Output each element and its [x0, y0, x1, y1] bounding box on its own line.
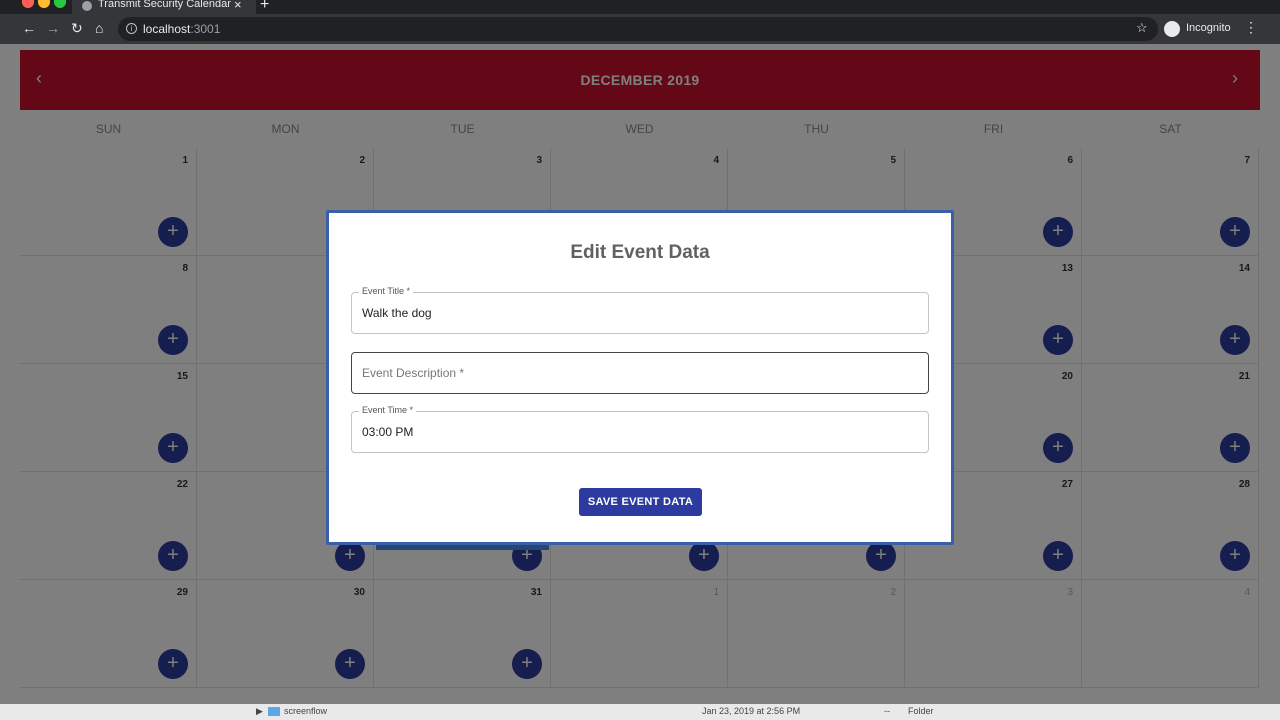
forward-icon[interactable]: →	[46, 20, 60, 36]
tab-title: Transmit Security Calendar	[98, 0, 231, 10]
globe-icon	[82, 1, 92, 11]
finder-kind: Folder	[908, 706, 934, 716]
home-icon[interactable]: ⌂	[95, 20, 103, 36]
info-icon[interactable]: i	[126, 23, 137, 34]
dialog-title: Edit Event Data	[570, 242, 710, 263]
browser-toolbar: ← → ↻ ⌂ i localhost:3001 ☆ Incognito ⋮	[0, 14, 1280, 44]
reload-icon[interactable]: ↻	[71, 20, 83, 36]
finder-size: --	[884, 706, 890, 716]
back-icon[interactable]: ←	[22, 20, 36, 36]
browser-tab[interactable]: Transmit Security Calendar ×	[72, 0, 256, 14]
bookmark-star-icon[interactable]: ☆	[1136, 20, 1148, 36]
tab-close-icon[interactable]: ×	[234, 0, 242, 12]
minimize-window-icon[interactable]	[38, 0, 50, 8]
event-title-field[interactable]: Event Title * Walk the dog	[351, 286, 929, 334]
finder-folder-name[interactable]: screenflow	[284, 706, 327, 716]
maximize-window-icon[interactable]	[54, 0, 66, 8]
url-text: localhost:3001	[143, 22, 220, 36]
url-host: localhost	[143, 22, 191, 36]
event-time-value[interactable]: 03:00 PM	[362, 425, 413, 439]
event-title-label: Event Title *	[359, 286, 414, 296]
close-window-icon[interactable]	[22, 0, 34, 8]
event-time-field[interactable]: Event Time * 03:00 PM	[351, 405, 929, 453]
disclosure-triangle-icon[interactable]: ▶	[256, 706, 263, 717]
url-port: :3001	[190, 22, 221, 36]
browser-menu-icon[interactable]: ⋮	[1244, 19, 1258, 36]
event-description-field[interactable]: Event Description *	[351, 352, 929, 394]
finder-window-strip: ▶ screenflow Jan 23, 2019 at 2:56 PM -- …	[0, 704, 1280, 720]
browser-tab-bar: Transmit Security Calendar × +	[0, 0, 1280, 14]
incognito-icon[interactable]	[1164, 21, 1180, 37]
finder-date: Jan 23, 2019 at 2:56 PM	[702, 706, 801, 716]
new-tab-icon[interactable]: +	[260, 0, 269, 14]
event-time-label: Event Time *	[359, 405, 417, 415]
address-bar[interactable]: i localhost:3001 ☆	[118, 17, 1158, 41]
folder-icon	[268, 707, 280, 716]
event-title-value[interactable]: Walk the dog	[362, 306, 432, 320]
edit-event-dialog: Edit Event Data Event Title * Walk the d…	[326, 210, 954, 545]
event-description-placeholder[interactable]: Event Description *	[362, 366, 464, 380]
save-event-button[interactable]: SAVE EVENT DATA	[579, 488, 702, 516]
incognito-label: Incognito	[1186, 22, 1231, 34]
